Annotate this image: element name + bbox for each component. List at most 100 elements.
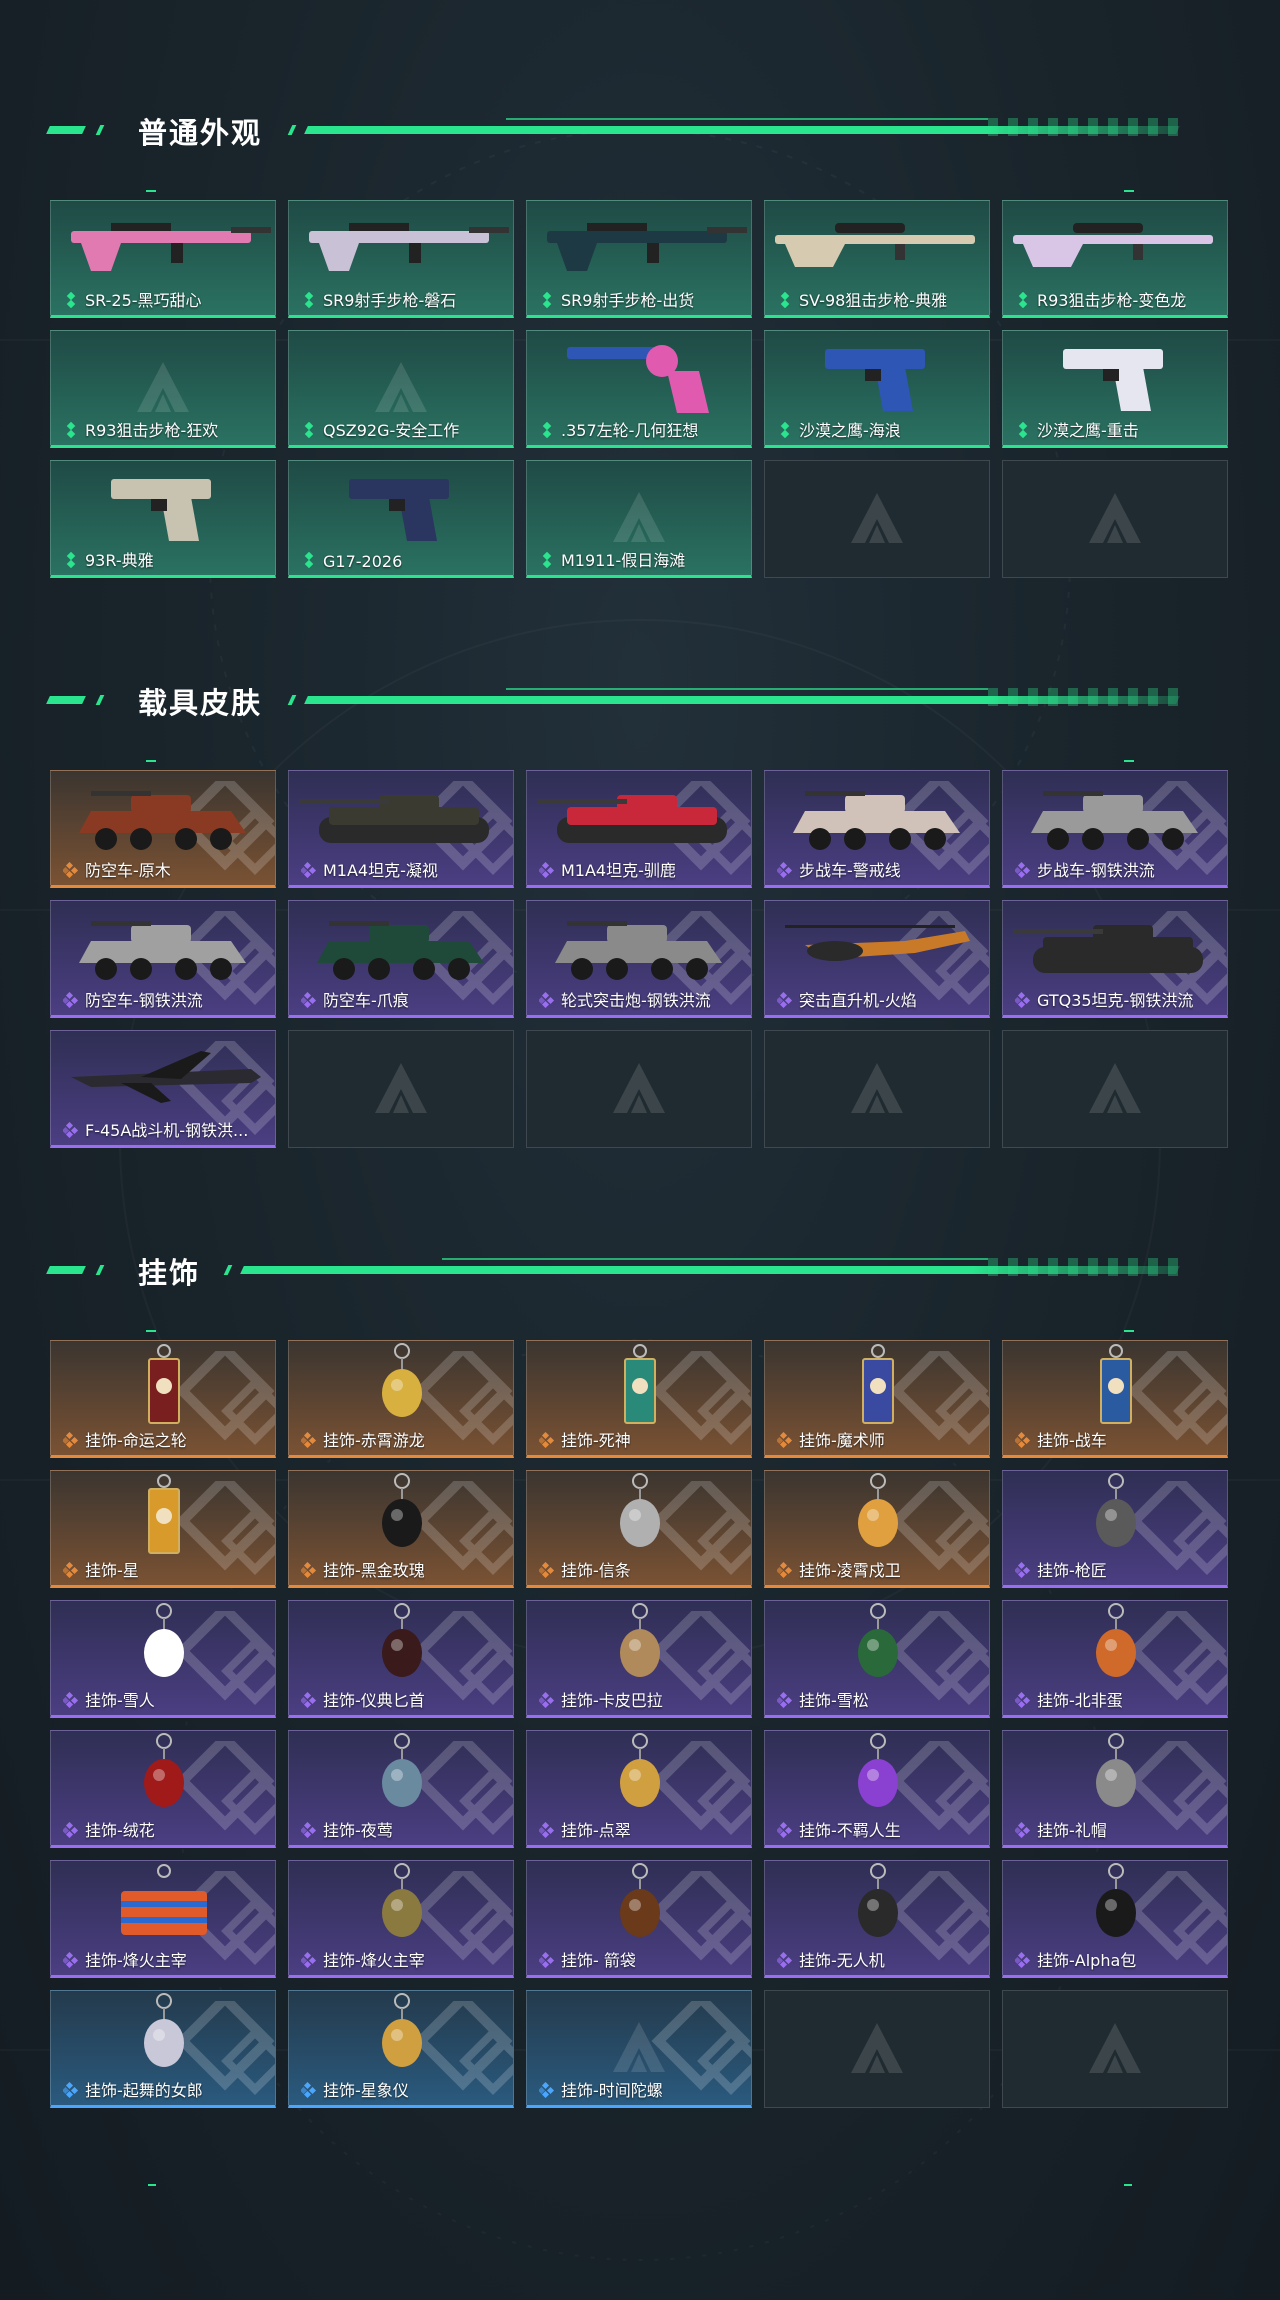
item-card[interactable]: 挂饰-点翠 [526,1730,752,1848]
header-checker-pattern [988,1258,1188,1276]
item-label: 挂饰-礼帽 [1037,1821,1107,1840]
item-card[interactable]: 挂饰-时间陀螺 [526,1990,752,2108]
item-label: 挂饰-雪人 [85,1691,155,1710]
item-card[interactable]: 沙漠之鹰-重击 [1002,330,1228,448]
item-card[interactable]: 93R-典雅 [50,460,276,578]
item-card[interactable]: 挂饰-Alpha包 [1002,1860,1228,1978]
item-card[interactable]: SR-25-黑巧甜心 [50,200,276,318]
item-card[interactable]: 挂饰-仪典匕首 [288,1600,514,1718]
item-card[interactable]: 挂饰-枪匠 [1002,1470,1228,1588]
item-card[interactable]: 挂饰-无人机 [764,1860,990,1978]
item-label: GTQ35坦克-钢铁洪流 [1037,991,1194,1010]
item-label: 挂饰-绒花 [85,1821,155,1840]
item-label: 挂饰-死神 [561,1431,631,1450]
corner-tick [146,190,156,192]
item-label: 挂饰-夜莺 [323,1821,393,1840]
item-card[interactable]: M1A4坦克-驯鹿 [526,770,752,888]
item-label: 挂饰-黑金玫瑰 [323,1561,425,1580]
item-label: 挂饰-起舞的女郎 [85,2081,203,2100]
item-card[interactable]: GTQ35坦克-钢铁洪流 [1002,900,1228,1018]
item-card[interactable]: 挂饰-礼帽 [1002,1730,1228,1848]
item-card[interactable]: 挂饰-卡皮巴拉 [526,1600,752,1718]
item-card[interactable]: SR9射手步枪-磐石 [288,200,514,318]
item-card[interactable]: M1A4坦克-凝视 [288,770,514,888]
item-card[interactable]: 挂饰-不羁人生 [764,1730,990,1848]
item-card[interactable]: 防空车-钢铁洪流 [50,900,276,1018]
rarity-gem-icon [539,291,555,309]
item-card[interactable]: 挂饰-星 [50,1470,276,1588]
rarity-gem-icon [1013,1561,1031,1579]
rarity-gem-icon [537,991,555,1009]
item-card[interactable]: 挂饰-赤霄游龙 [288,1340,514,1458]
item-card[interactable]: 挂饰-雪人 [50,1600,276,1718]
logo-watermark-icon [1085,1059,1145,1119]
rarity-gem-icon [777,421,793,439]
item-label: 挂饰-北非蛋 [1037,1691,1123,1710]
item-card[interactable]: 挂饰-凌霄戍卫 [764,1470,990,1588]
header-accent-slash [95,125,105,135]
rarity-gem-icon [301,291,317,309]
rarity-gem-icon [61,1821,79,1839]
item-card[interactable]: R93狙击步枪-狂欢 [50,330,276,448]
item-card[interactable]: QSZ92G-安全工作 [288,330,514,448]
item-card[interactable]: G17-2026 [288,460,514,578]
item-card[interactable]: 沙漠之鹰-海浪 [764,330,990,448]
item-label: SR9射手步枪-磐石 [323,291,457,310]
item-label: 挂饰-卡皮巴拉 [561,1691,663,1710]
item-card[interactable]: .357左轮-几何狂想 [526,330,752,448]
item-card[interactable]: 挂饰-起舞的女郎 [50,1990,276,2108]
item-card[interactable]: 挂饰-死神 [526,1340,752,1458]
rarity-gem-icon [775,1951,793,1969]
item-card[interactable]: 步战车-钢铁洪流 [1002,770,1228,888]
item-label: QSZ92G-安全工作 [323,421,460,440]
rarity-gem-icon [61,1951,79,1969]
item-thumbnail [527,771,751,861]
logo-watermark-icon [371,358,431,418]
item-card[interactable]: 突击直升机-火焰 [764,900,990,1018]
item-card[interactable]: 防空车-爪痕 [288,900,514,1018]
item-thumbnail [289,201,513,291]
corner-tick [1124,1330,1134,1332]
item-card[interactable]: SR9射手步枪-出货 [526,200,752,318]
item-card[interactable]: 挂饰- 箭袋 [526,1860,752,1978]
rarity-gem-icon [1013,991,1031,1009]
item-card[interactable]: 挂饰-雪松 [764,1600,990,1718]
item-card[interactable]: M1911-假日海滩 [526,460,752,578]
item-thumbnail [527,901,751,991]
item-card[interactable]: 挂饰-黑金玫瑰 [288,1470,514,1588]
item-card[interactable]: SV-98狙击步枪-典雅 [764,200,990,318]
item-card[interactable]: 轮式突击炮-钢铁洪流 [526,900,752,1018]
item-card[interactable]: F-45A战斗机-钢铁洪... [50,1030,276,1148]
item-label: M1A4坦克-凝视 [323,861,438,880]
logo-watermark-icon [1085,489,1145,549]
item-card[interactable]: R93狙击步枪-变色龙 [1002,200,1228,318]
item-card[interactable]: 挂饰-星象仪 [288,1990,514,2108]
item-card[interactable]: 挂饰-信条 [526,1470,752,1588]
rarity-gem-icon [775,861,793,879]
item-card[interactable]: 挂饰-夜莺 [288,1730,514,1848]
item-thumbnail [51,1991,275,2081]
item-card[interactable]: 挂饰-烽火主宰 [288,1860,514,1978]
item-thumbnail [527,201,751,291]
rarity-gem-icon [299,991,317,1009]
rarity-gem-icon [775,991,793,1009]
section-0: 普通外观 SR-25-黑巧甜心 SR9射手步枪-磐石 SR9射手步枪-出货 SV-98… [0,108,1280,578]
logo-watermark-icon [609,2018,669,2078]
item-card[interactable]: 挂饰-魔术师 [764,1340,990,1458]
item-label: 挂饰-凌霄戍卫 [799,1561,901,1580]
item-card[interactable]: 挂饰-烽火主宰 [50,1860,276,1978]
item-card[interactable]: 挂饰-战车 [1002,1340,1228,1458]
header-checker-pattern [988,688,1188,706]
item-thumbnail [1003,1341,1227,1431]
item-card[interactable]: 步战车-警戒线 [764,770,990,888]
item-thumbnail [1003,1861,1227,1951]
item-thumbnail [51,1031,275,1121]
item-card[interactable]: 挂饰-北非蛋 [1002,1600,1228,1718]
item-card[interactable]: 挂饰-绒花 [50,1730,276,1848]
corner-tick [1124,190,1134,192]
item-card[interactable]: 防空车-原木 [50,770,276,888]
section-2: 挂饰 挂饰-命运之轮 挂饰-赤霄游龙 挂饰-死神 挂饰-魔术师 挂饰-战车 挂饰-星 挂饰-… [0,1248,1280,2108]
item-card[interactable]: 挂饰-命运之轮 [50,1340,276,1458]
item-thumbnail [765,901,989,991]
rarity-gem-icon [61,1121,79,1139]
